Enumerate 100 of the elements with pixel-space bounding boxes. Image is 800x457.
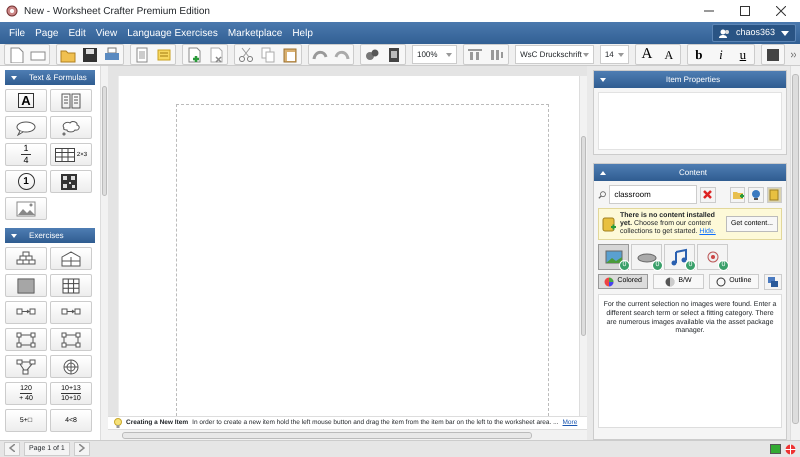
font-size-field[interactable]: 14 [600, 45, 629, 64]
dropdown-arrow-icon [446, 52, 452, 56]
number-pyramid-icon [16, 250, 36, 266]
caret-icon [781, 30, 789, 36]
more-chevron-icon[interactable] [790, 52, 796, 58]
printer-icon [104, 46, 120, 62]
copy-icon [260, 46, 276, 62]
panel-header[interactable]: Item Properties [594, 71, 786, 88]
menu-item[interactable]: Marketplace [222, 26, 288, 40]
book-icon [386, 46, 402, 62]
next-page-button[interactable] [74, 442, 90, 456]
tool-button[interactable] [50, 301, 92, 324]
tool-button[interactable] [5, 301, 47, 324]
italic-button[interactable]: i [710, 45, 732, 64]
scrollbar[interactable] [579, 76, 587, 416]
font-field[interactable]: WsC Druckschrift [515, 45, 594, 64]
picture-icon [604, 248, 624, 266]
note-icon [156, 46, 172, 62]
package-icon [768, 188, 780, 200]
delete-page-icon [208, 46, 224, 62]
table-icon [61, 278, 81, 294]
tool-button[interactable] [50, 89, 92, 112]
menu-item[interactable]: File [4, 26, 30, 40]
dropdown-arrow-icon [618, 52, 624, 56]
table-icon [54, 148, 75, 162]
menu-item[interactable]: View [90, 26, 122, 40]
document-icon [8, 46, 24, 62]
menu-item[interactable]: Page [30, 26, 64, 40]
globe-icon[interactable] [785, 444, 796, 454]
outline-circle-icon [716, 276, 726, 287]
tool-button[interactable]: 1 4 [5, 143, 47, 166]
bold-button[interactable]: b [688, 45, 710, 64]
clear-button[interactable] [700, 186, 716, 202]
shrink-font-button[interactable]: A [658, 45, 680, 64]
box-cycle-icon [61, 332, 81, 348]
tool-button[interactable] [5, 274, 47, 297]
section-header[interactable]: Text & Formulas [5, 70, 95, 85]
grow-font-button[interactable]: A [636, 45, 658, 64]
window-title: New - Worksheet Crafter Premium Edition [24, 4, 210, 18]
tool-button[interactable]: A [5, 89, 47, 112]
tool-button[interactable] [50, 116, 92, 139]
grid-icon [16, 278, 36, 294]
align-top-icon [468, 48, 482, 60]
section-header[interactable]: Exercises [5, 228, 95, 243]
maximize-icon[interactable] [740, 6, 750, 16]
paste-icon [282, 46, 298, 62]
speech-bubble-icon [16, 120, 36, 136]
zoom-field[interactable]: 100% [412, 45, 458, 64]
underline-button[interactable]: u [732, 45, 754, 64]
tool-button[interactable] [50, 170, 92, 193]
page-icon [134, 46, 150, 62]
scrollbar[interactable] [108, 429, 587, 440]
cut-icon [238, 46, 254, 62]
color-wheel-icon [604, 276, 614, 287]
chevron-left-icon [9, 444, 15, 452]
lightbulb-icon [114, 418, 122, 428]
screen-icon[interactable] [770, 444, 781, 454]
search-field[interactable]: classroom [609, 185, 698, 204]
menu-item[interactable]: Language Exercises [122, 26, 223, 40]
previous-page-button[interactable] [4, 442, 20, 456]
menu-item[interactable]: Edit [63, 26, 91, 40]
tool-button[interactable] [50, 328, 92, 351]
tool-button[interactable] [50, 355, 92, 378]
chevron-right-icon [78, 444, 85, 452]
scrollbar[interactable] [790, 66, 800, 440]
tool-button[interactable] [5, 355, 47, 378]
search-icon [598, 190, 606, 200]
grayscale-circle-icon [665, 276, 676, 287]
close-icon[interactable] [776, 6, 786, 16]
globe-icon [750, 188, 762, 200]
thought-bubble-icon [61, 120, 81, 136]
user-button[interactable]: chaos363 [712, 24, 796, 42]
distribute-icon [490, 48, 504, 60]
menu-item[interactable]: Help [287, 26, 318, 40]
tool-button[interactable] [5, 247, 47, 270]
panel-header[interactable]: Content [594, 164, 786, 181]
scrollbar[interactable] [100, 66, 108, 440]
color-swatch-icon [766, 48, 779, 60]
close-icon [703, 190, 712, 199]
tool-button[interactable] [50, 247, 92, 270]
toolbar-button[interactable] [766, 186, 782, 202]
flow-diagram-icon [16, 358, 36, 374]
add-page-icon [186, 46, 202, 62]
users-icon [718, 28, 730, 38]
music-note-icon [670, 248, 690, 266]
tool-button[interactable]: 1 [5, 170, 47, 193]
layers-icon [766, 276, 779, 288]
package-add-icon [602, 216, 616, 232]
layers-button[interactable] [764, 274, 782, 290]
toolbar-button[interactable] [730, 186, 746, 202]
app-logo-icon [6, 5, 18, 17]
number-house-icon [61, 250, 81, 266]
target-wheel-icon [61, 358, 81, 374]
picture-icon [16, 200, 36, 216]
tool-button[interactable] [5, 116, 47, 139]
toolbar-button[interactable] [748, 186, 764, 202]
tool-button[interactable] [50, 274, 92, 297]
tool-button[interactable] [5, 328, 47, 351]
dropdown-arrow-icon [582, 52, 589, 56]
columns-icon [61, 92, 81, 108]
